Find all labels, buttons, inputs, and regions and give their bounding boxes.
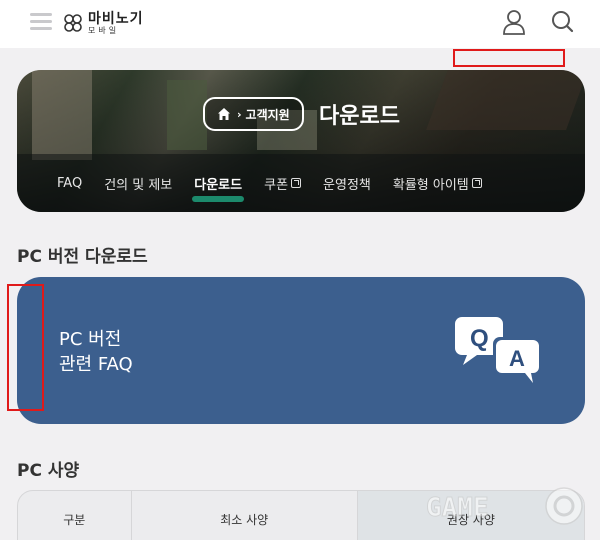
page-title: 다운로드 [319, 104, 400, 129]
spec-column-minimum: 최소 사양 [132, 491, 358, 540]
tab-faq[interactable]: FAQ [57, 176, 82, 191]
banner-background-shape [167, 80, 207, 150]
qa-chat-icon: Q A [455, 317, 541, 383]
external-link-icon [291, 178, 302, 188]
search-icon[interactable] [550, 9, 574, 35]
qa-icon-q: Q [470, 325, 489, 352]
chevron-right-icon: › [237, 107, 242, 121]
user-icon[interactable] [502, 9, 526, 35]
banner-background-shape [426, 70, 585, 130]
banner-background-shape [32, 70, 92, 160]
top-header: 마비노기 모바일 [0, 0, 600, 48]
watermark-logo: GAME [426, 487, 583, 525]
tab-policy[interactable]: 운영정책 [323, 174, 371, 193]
tab-download[interactable]: 다운로드 [192, 174, 244, 202]
logo[interactable]: 마비노기 모바일 [62, 8, 144, 38]
highlight-box-left [7, 284, 44, 411]
tab-coupon[interactable]: 쿠폰 [264, 174, 302, 193]
external-link-icon [471, 178, 482, 188]
qa-icon-a: A [509, 346, 525, 371]
logo-title: 마비노기 [88, 10, 144, 27]
hamburger-menu-icon[interactable] [30, 13, 52, 31]
highlight-box-top [453, 49, 565, 67]
logo-subtitle: 모바일 [88, 25, 120, 35]
pc-spec-heading: PC 사양 [17, 461, 80, 481]
tab-bar: FAQ 건의 및 제보 다운로드 쿠폰 운영정책 확률형 아이템 [17, 154, 585, 212]
hero-banner: › 고객지원 다운로드 FAQ 건의 및 제보 다운로드 쿠폰 운영정책 확률형… [17, 70, 585, 212]
spec-column-category: 구분 [18, 491, 132, 540]
watermark-text: GAME [426, 493, 489, 523]
pc-download-heading: PC 버전 다운로드 [17, 247, 148, 267]
logo-knot-icon [64, 14, 82, 32]
home-icon [218, 108, 230, 120]
breadcrumb-label: 고객지원 [245, 107, 290, 122]
pc-faq-card[interactable]: PC 버전 관련 FAQ Q A [17, 277, 585, 424]
tab-probability-items[interactable]: 확률형 아이템 [393, 174, 482, 193]
breadcrumb[interactable]: › 고객지원 [203, 97, 304, 131]
faq-card-line1: PC 버전 [59, 329, 122, 350]
tab-suggestion[interactable]: 건의 및 제보 [104, 174, 172, 193]
faq-card-line2: 관련 FAQ [59, 354, 133, 375]
